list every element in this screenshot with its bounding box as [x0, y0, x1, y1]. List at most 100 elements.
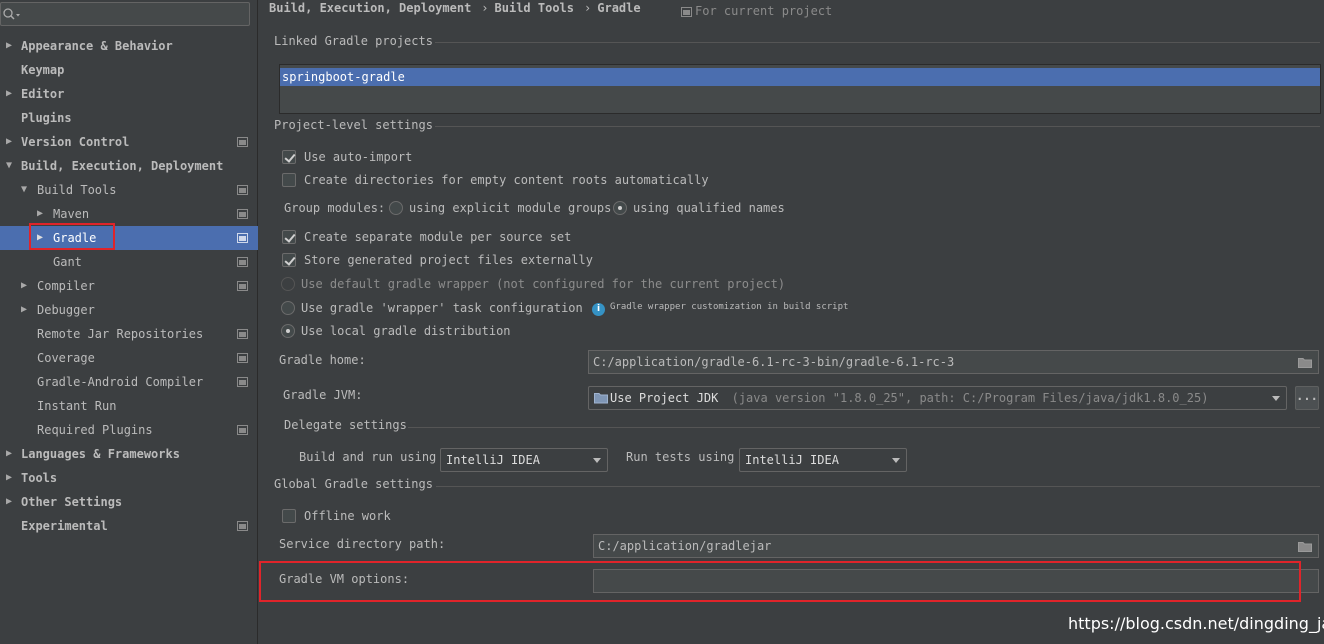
- auto-import-option[interactable]: Use auto-import: [282, 147, 682, 167]
- gradle-home-field[interactable]: C:/application/gradle-6.1-rc-3-bin/gradl…: [588, 350, 1319, 374]
- sidebar-item-label: Tools: [21, 471, 58, 485]
- sidebar-item-version-control[interactable]: ▶ Version Control: [0, 130, 258, 154]
- gradle-jvm-select[interactable]: Use Project JDK (java version "1.8.0_25"…: [588, 386, 1287, 410]
- separate-module-checkbox[interactable]: [282, 230, 296, 244]
- separate-module-label: Create separate module per source set: [304, 230, 572, 244]
- service-dir-field[interactable]: C:/application/gradlejar: [593, 534, 1319, 558]
- folder-icon[interactable]: [1298, 541, 1312, 552]
- sidebar-item-tools[interactable]: ▶ Tools: [0, 466, 258, 490]
- service-dir-label: Service directory path:: [279, 537, 446, 551]
- sidebar-item-debugger[interactable]: ▶ Debugger: [0, 298, 258, 322]
- project-scope-icon: [237, 209, 248, 219]
- sidebar-item-label: Coverage: [37, 351, 95, 365]
- offline-work-checkbox[interactable]: [282, 509, 296, 523]
- sidebar-item-gradle-android-compiler[interactable]: Gradle-Android Compiler: [0, 370, 258, 394]
- gradle-jvm-label: Gradle JVM:: [283, 388, 363, 402]
- offline-work-option[interactable]: Offline work: [282, 506, 582, 526]
- sidebar-item-build-execution-deployment[interactable]: ▼ Build, Execution, Deployment: [0, 154, 258, 178]
- project-scope-icon: [237, 281, 248, 291]
- sidebar-item-remote-jar-repositories[interactable]: Remote Jar Repositories: [0, 322, 258, 346]
- expand-arrow-icon[interactable]: ▶: [19, 298, 29, 322]
- delegate-title: Delegate settings: [284, 418, 407, 432]
- local-distribution-radio[interactable]: [281, 324, 295, 338]
- project-scope-icon: [237, 329, 248, 339]
- breadcrumb-item: Gradle: [597, 1, 641, 15]
- default-wrapper-radio[interactable]: [281, 277, 295, 291]
- expand-arrow-icon[interactable]: ▶: [4, 442, 14, 466]
- sidebar-item-coverage[interactable]: Coverage: [0, 346, 258, 370]
- auto-import-checkbox[interactable]: [282, 150, 296, 164]
- sidebar-item-compiler[interactable]: ▶ Compiler: [0, 274, 258, 298]
- sidebar-item-build-tools[interactable]: ▼ Build Tools: [0, 178, 258, 202]
- store-generated-checkbox[interactable]: [282, 253, 296, 267]
- store-generated-option[interactable]: Store generated project files externally: [282, 250, 682, 270]
- global-settings-title: Global Gradle settings: [274, 477, 433, 491]
- settings-sidebar: ▶ Appearance & Behavior Keymap ▶ Editor …: [0, 0, 258, 644]
- expand-arrow-icon[interactable]: ▶: [4, 82, 14, 106]
- sidebar-item-gant[interactable]: Gant: [0, 250, 258, 274]
- breadcrumb-item: Build, Execution, Deployment: [269, 1, 472, 15]
- store-generated-label: Store generated project files externally: [304, 253, 593, 267]
- gradle-jvm-detail: (java version "1.8.0_25", path: C:/Progr…: [731, 391, 1209, 405]
- sidebar-item-label: Gant: [53, 255, 82, 269]
- sidebar-item-appearance[interactable]: ▶ Appearance & Behavior: [0, 34, 258, 58]
- gradle-highlight-box: [29, 223, 115, 250]
- build-run-label: Build and run using: [299, 450, 437, 464]
- breadcrumb-item: Build Tools: [494, 1, 575, 15]
- section-divider: [408, 427, 1320, 428]
- collapse-arrow-icon[interactable]: ▼: [19, 178, 29, 202]
- run-tests-label: Run tests using: [626, 450, 735, 464]
- create-dirs-option[interactable]: Create directories for empty content roo…: [282, 170, 882, 190]
- qualified-names-label: using qualified names: [633, 201, 785, 215]
- gradle-jvm-value: Use Project JDK: [610, 391, 719, 405]
- folder-icon[interactable]: [1298, 357, 1312, 368]
- explicit-groups-radio[interactable]: [389, 201, 403, 215]
- project-scope-icon: [237, 521, 248, 531]
- expand-arrow-icon[interactable]: ▶: [4, 130, 14, 154]
- expand-arrow-icon[interactable]: ▶: [4, 466, 14, 490]
- service-dir-value: C:/application/gradlejar: [598, 539, 772, 553]
- expand-arrow-icon[interactable]: ▶: [4, 34, 14, 58]
- sidebar-item-editor[interactable]: ▶ Editor: [0, 82, 258, 106]
- sidebar-item-label: Languages & Frameworks: [21, 447, 180, 461]
- sidebar-item-required-plugins[interactable]: Required Plugins: [0, 418, 258, 442]
- linked-projects-list[interactable]: springboot-gradle: [279, 64, 1321, 114]
- browse-jdk-button[interactable]: ...: [1295, 386, 1319, 410]
- local-distribution-option[interactable]: Use local gradle distribution: [281, 321, 681, 341]
- project-scope-icon: [237, 257, 248, 267]
- section-divider: [436, 486, 1320, 487]
- build-run-select[interactable]: IntelliJ IDEA: [440, 448, 608, 472]
- collapse-arrow-icon[interactable]: ▼: [4, 154, 14, 178]
- build-run-value: IntelliJ IDEA: [446, 453, 540, 467]
- watermark: https://blog.csdn.net/dingding_java: [1068, 614, 1324, 633]
- project-scope-icon: [237, 137, 248, 147]
- expand-arrow-icon[interactable]: ▶: [19, 274, 29, 298]
- info-icon: i: [592, 303, 605, 316]
- create-dirs-checkbox[interactable]: [282, 173, 296, 187]
- linked-projects-title: Linked Gradle projects: [274, 34, 433, 48]
- wrapper-task-radio[interactable]: [281, 301, 295, 315]
- vm-options-highlight-box: [259, 561, 1301, 602]
- sidebar-item-label: Compiler: [37, 279, 95, 293]
- sidebar-item-label: Plugins: [21, 111, 72, 125]
- sidebar-item-languages-frameworks[interactable]: ▶ Languages & Frameworks: [0, 442, 258, 466]
- separate-module-option[interactable]: Create separate module per source set: [282, 227, 682, 247]
- sidebar-item-keymap[interactable]: Keymap: [0, 58, 258, 82]
- project-scope-icon: [237, 353, 248, 363]
- local-distribution-label: Use local gradle distribution: [301, 324, 511, 338]
- chevron-down-icon: [1272, 396, 1280, 401]
- list-item[interactable]: springboot-gradle: [280, 68, 1320, 86]
- expand-arrow-icon[interactable]: ▶: [4, 490, 14, 514]
- sidebar-item-label: Version Control: [21, 135, 130, 149]
- sidebar-item-experimental[interactable]: Experimental: [0, 514, 258, 538]
- run-tests-select[interactable]: IntelliJ IDEA: [739, 448, 907, 472]
- offline-work-label: Offline work: [304, 509, 391, 523]
- sidebar-item-other-settings[interactable]: ▶ Other Settings: [0, 490, 258, 514]
- auto-import-label: Use auto-import: [304, 150, 413, 164]
- section-divider: [435, 126, 1320, 127]
- sidebar-item-instant-run[interactable]: Instant Run: [0, 394, 258, 418]
- settings-search-input[interactable]: [0, 2, 250, 26]
- qualified-names-radio[interactable]: [613, 201, 627, 215]
- default-wrapper-option[interactable]: Use default gradle wrapper (not configur…: [281, 274, 841, 294]
- sidebar-item-plugins[interactable]: Plugins: [0, 106, 258, 130]
